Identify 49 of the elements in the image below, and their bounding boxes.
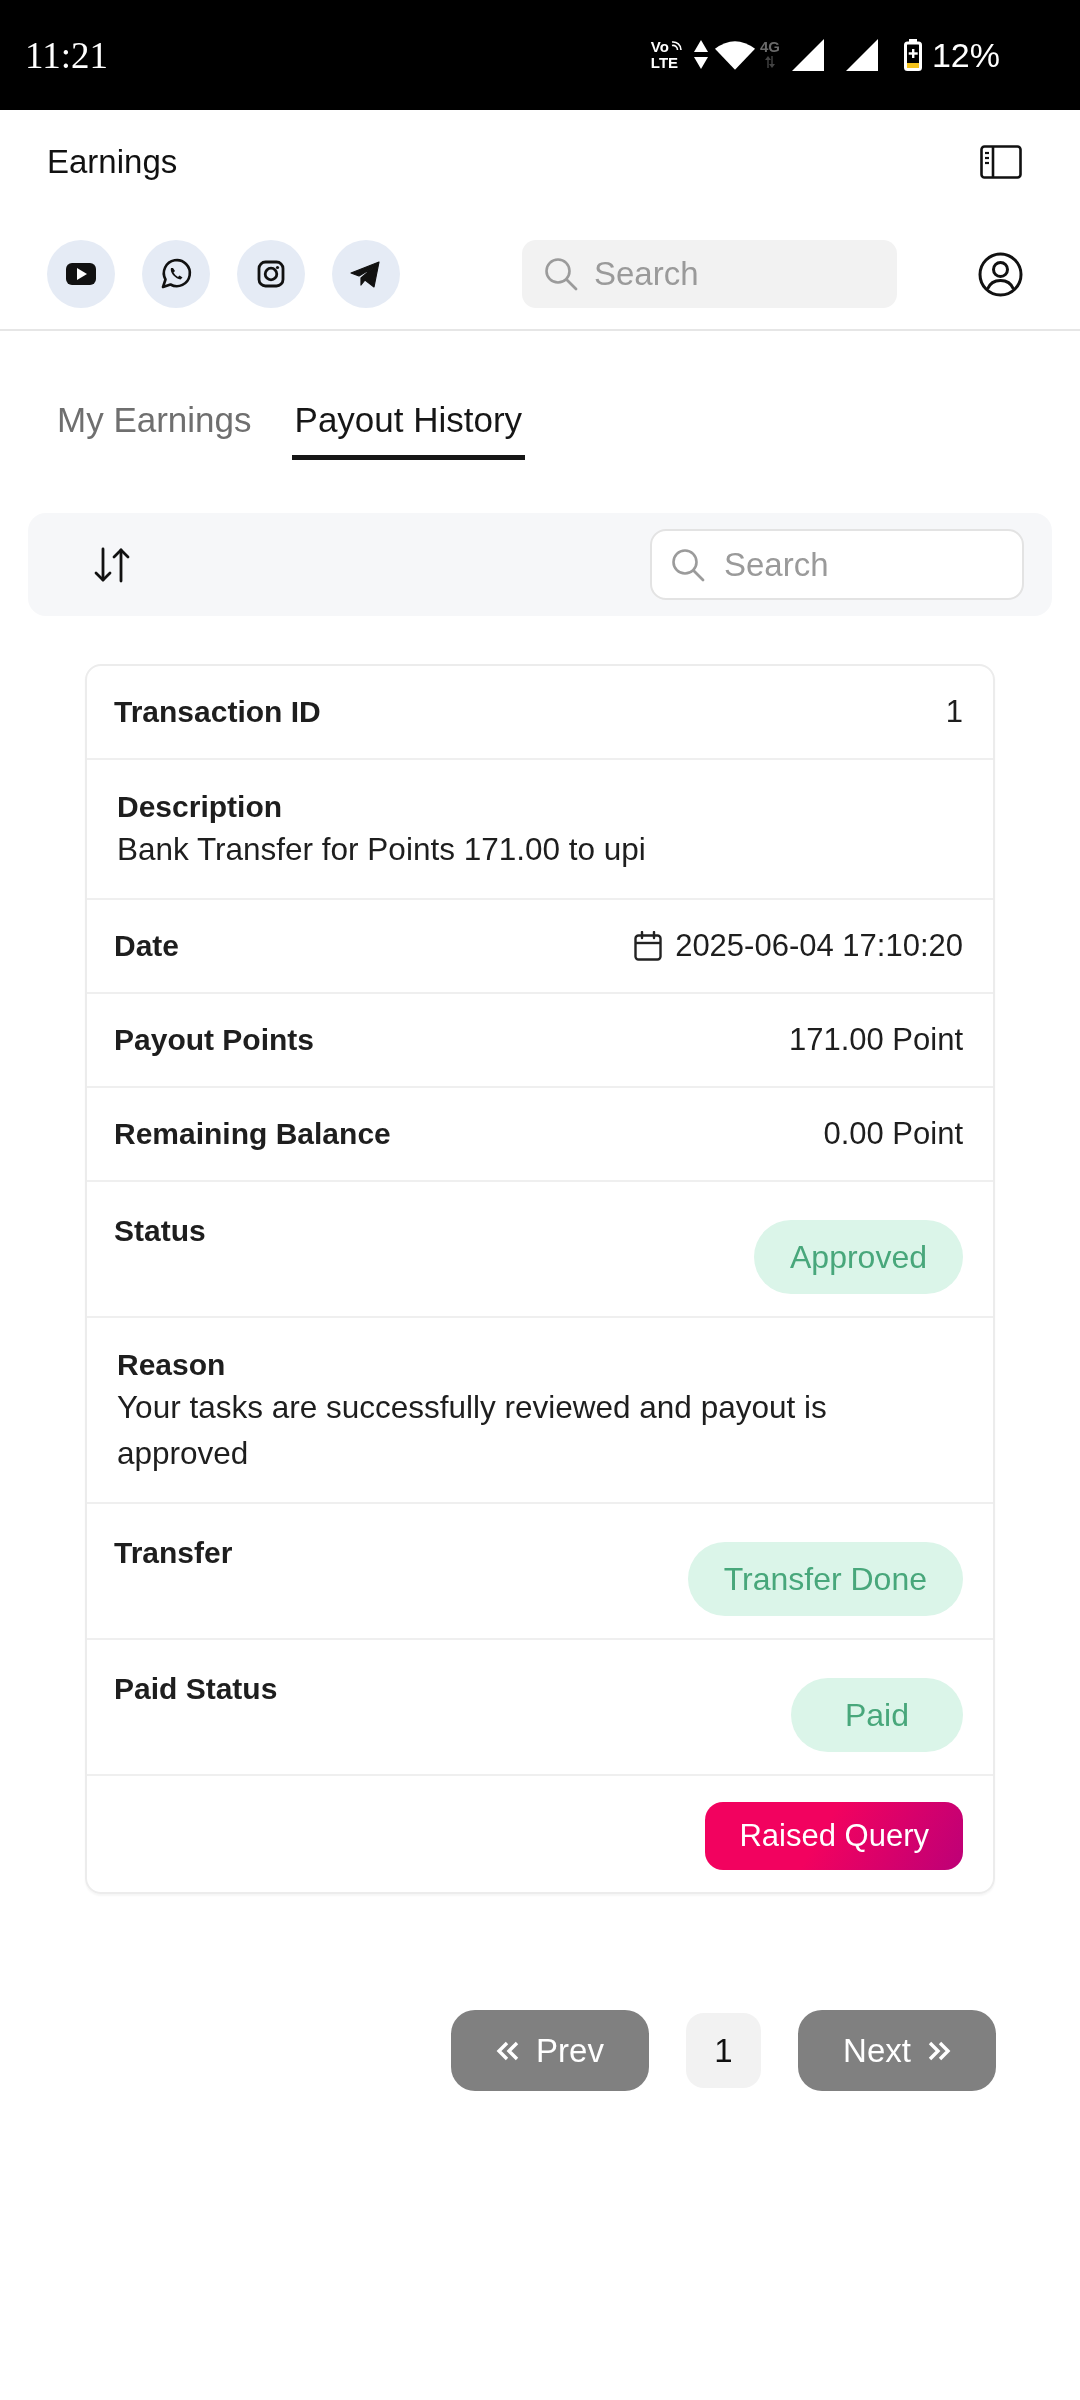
paper-plane-icon[interactable] xyxy=(332,240,400,308)
battery-icon xyxy=(903,39,922,71)
network-mode-label: Vo xyxy=(650,39,669,55)
chat-phone-icon[interactable] xyxy=(142,240,210,308)
field-value: 0.00 Point xyxy=(823,1115,963,1153)
raised-query-button[interactable]: Raised Query xyxy=(705,1802,963,1870)
field-label: Paid Status xyxy=(114,1671,278,1707)
search-icon xyxy=(544,257,578,291)
double-chevron-left-icon xyxy=(496,2040,521,2061)
page-title: Earnings xyxy=(47,143,178,181)
sidebar-icon[interactable] xyxy=(980,145,1022,179)
search-field[interactable]: Search xyxy=(650,529,1024,600)
calendar-icon xyxy=(634,931,663,961)
play-icon[interactable] xyxy=(47,240,115,308)
network-type-label: 4G xyxy=(759,38,780,55)
tab[interactable]: My Earnings xyxy=(54,400,255,460)
signal-icon xyxy=(845,39,878,71)
user-icon[interactable] xyxy=(978,251,1023,297)
clock-time: 11:21 xyxy=(25,36,108,74)
field-label: Description xyxy=(117,789,283,825)
camera-icon[interactable] xyxy=(237,240,305,308)
search-icon xyxy=(671,547,705,582)
field-label: Transaction ID xyxy=(114,694,321,730)
double-chevron-right-icon xyxy=(926,2040,951,2061)
field-text: Bank Transfer for Points 171.00 to upi xyxy=(117,830,646,869)
field-label: Status xyxy=(114,1213,206,1249)
page-number-button[interactable]: 1 xyxy=(686,2013,761,2088)
signal-icon xyxy=(791,39,824,71)
field-label: Date xyxy=(114,928,180,964)
tab[interactable]: Payout History xyxy=(291,400,526,460)
field-label: Reason xyxy=(117,1347,226,1383)
data-arrows-icon xyxy=(693,40,708,70)
sort-icon[interactable] xyxy=(93,546,131,583)
status-badge: Transfer Done xyxy=(687,1542,963,1616)
status-badge: Paid xyxy=(791,1678,963,1752)
network-mode-label: LTE xyxy=(650,55,680,71)
field-label: Payout Points xyxy=(114,1022,315,1058)
field-value: 171.00 Point xyxy=(788,1021,963,1059)
data-arrows-icon xyxy=(764,55,775,68)
status-badge: Approved xyxy=(754,1220,963,1294)
battery-percent: 12% xyxy=(931,38,1000,72)
field-text: Your tasks are successfully reviewed and payout is approved xyxy=(117,1388,828,1473)
field-value: 2025-06-04 17:10:20 xyxy=(675,927,963,965)
search-field[interactable]: Search xyxy=(522,240,897,308)
field-value: 1 xyxy=(945,693,963,731)
call-waves-icon xyxy=(669,39,682,51)
field-label: Remaining Balance xyxy=(114,1116,391,1152)
wifi-icon xyxy=(713,39,756,71)
field-label: Transfer xyxy=(114,1535,233,1571)
